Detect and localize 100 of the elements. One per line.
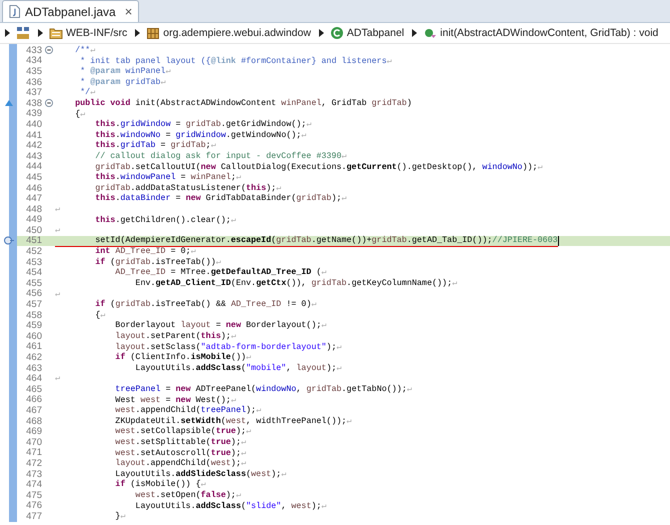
package-icon — [146, 26, 160, 40]
line-number: 459 — [25, 320, 42, 332]
line-number: 462 — [25, 352, 42, 364]
line-number: 445 — [25, 172, 42, 183]
code-line: public void init(AbstractADWindowContent winPanel, GridTab gridTab) — [74, 98, 412, 109]
line-number: 454 — [25, 267, 42, 278]
line-number: 441 — [25, 130, 42, 141]
code-line: layout.appendChild(west);↵ — [114, 458, 246, 469]
code-line: int AD_Tree_ID = 0;↵ — [94, 246, 196, 257]
chevron-right-icon — [5, 29, 10, 37]
line-end-mark: ↵ — [55, 373, 60, 384]
line-number: 471 — [25, 447, 42, 458]
code-line: ZKUpdateUtil.setWidth(west, widthTreePanel());↵ — [114, 416, 352, 426]
breadcrumb-item[interactable]: org.adempiere.webui.adwindow — [146, 26, 311, 40]
code-line: {↵ — [94, 310, 106, 320]
line-number: 448 — [25, 204, 42, 215]
java-file-icon — [9, 5, 20, 18]
line-end-mark: ↵ — [55, 288, 60, 300]
line-number: 457 — [25, 299, 42, 310]
code-line: // callout dialog ask for input - devCoffee #3390↵ — [94, 150, 347, 162]
code-line: */↵ — [79, 87, 96, 98]
line-number: 467 — [25, 404, 42, 416]
collapse-icon[interactable] — [44, 99, 52, 108]
breadcrumb-item[interactable]: ADTabpanel — [330, 26, 404, 40]
line-number: 460 — [25, 330, 42, 342]
chevron-right-icon — [412, 29, 418, 37]
code-line: LayoutUtils.addSlideSclass(west);↵ — [114, 468, 286, 480]
line-number: 439 — [25, 108, 42, 120]
chevron-right-icon — [318, 29, 324, 37]
line-number: 477 — [25, 510, 42, 522]
line-number: 464 — [25, 373, 42, 384]
line-number: 468 — [25, 416, 42, 427]
class-icon — [330, 26, 344, 40]
line-number: 433 — [25, 44, 42, 56]
method-icon — [423, 26, 438, 40]
line-end-mark: ↵ — [55, 225, 60, 236]
line-number: 473 — [25, 468, 42, 480]
line-number: 447 — [25, 193, 42, 204]
code-line: Borderlayout layout = new Borderlayout();↵ — [114, 320, 326, 332]
line-number: 466 — [25, 394, 42, 406]
line-number: 453 — [25, 256, 42, 268]
code-line: west.appendChild(treePanel);↵ — [114, 405, 262, 416]
code-line: west.setSplittable(true);↵ — [114, 436, 246, 448]
line-number: 470 — [25, 436, 42, 448]
project-icon — [16, 26, 30, 40]
close-icon[interactable]: × — [124, 4, 132, 19]
line-number: 474 — [25, 479, 42, 490]
line-number: 443 — [25, 150, 42, 162]
line-number: 475 — [25, 490, 42, 501]
chevron-right-icon — [135, 29, 140, 37]
code-line: * @param winPanel↵ — [79, 66, 171, 77]
code-line: this.getChildren().clear();↵ — [94, 214, 236, 226]
code-line: this.windowNo = gridWindow.getWindowNo();↵ — [94, 130, 306, 140]
chevron-right-icon — [38, 29, 43, 37]
line-end-mark: ↵ — [55, 204, 60, 214]
code-line: this.dataBinder = new GridTabDataBinder(gridTab);↵ — [94, 193, 347, 204]
line-number: 456 — [25, 288, 42, 300]
line-number: 436 — [25, 76, 42, 88]
code-line: LayoutUtils.addSclass("mobile", layout);↵ — [134, 362, 342, 374]
code-line: west.setAutoscroll(true);↵ — [114, 448, 246, 458]
code-line: if (ClientInfo.isMobile())↵ — [114, 352, 252, 363]
line-number: 469 — [25, 426, 42, 438]
code-line: /**↵ — [74, 45, 96, 56]
line-number: 442 — [25, 140, 42, 152]
line-number: 449 — [25, 214, 42, 226]
marker-icon — [4, 236, 14, 246]
code-line: setId(AdempiereIdGenerator.escapeId(gridTab.getName())+gridTab.getAD_Tab_ID());//JPIERE-0603 — [55, 235, 558, 247]
line-number: 476 — [25, 500, 42, 512]
code-line: treePanel = new ADTreePanel(windowNo, gridTab.getTabNo());↵ — [114, 384, 412, 395]
code-line: layout.setSclass("adtab-form-borderlayout");↵ — [114, 342, 342, 352]
collapse-icon[interactable] — [44, 46, 52, 54]
line-number: 461 — [25, 341, 42, 352]
line-number: 434 — [25, 55, 42, 66]
code-line: {↵ — [74, 108, 86, 120]
editor-tab[interactable]: ADTabpanel.java × — [2, 0, 140, 22]
override-marker-icon — [4, 100, 12, 106]
code-line: Env.getAD_Client_ID(Env.getCtx()), gridTab.getKeyColumnName());↵ — [134, 278, 458, 289]
code-line: this.gridWindow = gridTab.getGridWindow();↵ — [94, 119, 312, 130]
code-line: this.gridTab = gridTab;↵ — [94, 140, 216, 151]
code-line: west.setOpen(false);↵ — [134, 490, 242, 501]
line-number: 450 — [25, 224, 42, 236]
breadcrumb-item[interactable]: WEB-INF/src — [49, 26, 128, 40]
breadcrumb-item[interactable]: init(AbstractADWindowContent, GridTab) : void — [423, 26, 658, 40]
folder-icon — [49, 26, 63, 40]
line-number: 438 — [25, 98, 42, 109]
code-line: }↵ — [114, 511, 126, 522]
line-number: 472 — [25, 458, 42, 469]
code-line: west.setCollapsible(true);↵ — [114, 426, 252, 437]
code-line: if (isMobile()) {↵ — [114, 479, 206, 490]
line-number: 437 — [25, 87, 42, 98]
text-cursor — [558, 236, 559, 246]
code-line: layout.setParent(this);↵ — [114, 331, 236, 342]
line-number: 440 — [25, 118, 42, 130]
line-number: 452 — [25, 246, 42, 258]
breadcrumb-item[interactable] — [16, 26, 30, 40]
line-number: 451 — [25, 235, 42, 246]
code-line: * @param gridTab↵ — [79, 76, 166, 88]
line-number: 465 — [25, 384, 42, 395]
code-line: if (gridTab.isTreeTab() && AD_Tree_ID != 0)↵ — [94, 299, 316, 310]
code-line: AD_Tree_ID = MTree.getDefaultAD_Tree_ID (↵ — [114, 267, 326, 278]
